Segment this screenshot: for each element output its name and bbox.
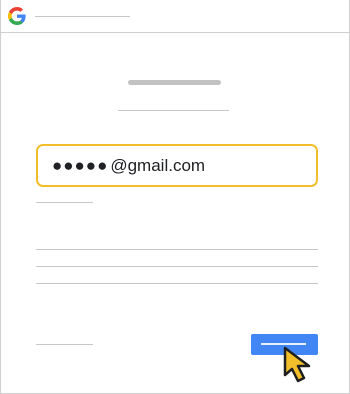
google-g-icon (8, 7, 26, 25)
forgot-email-link-placeholder[interactable] (36, 202, 93, 203)
heading-placeholder (128, 80, 221, 85)
email-value: ●●●●● @gmail.com (52, 156, 206, 175)
create-account-link-placeholder[interactable] (36, 344, 93, 345)
signin-window: ●●●●● @gmail.com (0, 0, 350, 394)
url-bar-placeholder (35, 16, 130, 17)
mouse-pointer-icon (283, 346, 311, 383)
info-text-line (36, 249, 318, 250)
top-bar (1, 0, 349, 33)
subheading-placeholder (118, 110, 229, 111)
info-text-line (36, 283, 318, 284)
info-text-line (36, 266, 318, 267)
email-field[interactable]: ●●●●● @gmail.com (36, 144, 318, 187)
